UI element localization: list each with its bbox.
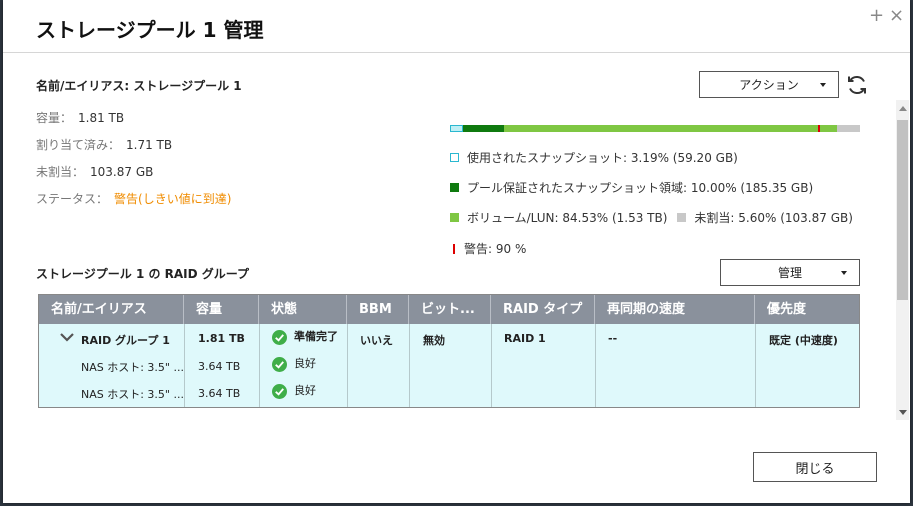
unallocated-row: 未割当： 103.87 GB [36, 163, 153, 180]
capacity-label: 容量： [36, 111, 73, 125]
capacity-row: 容量： 1.81 TB [36, 109, 124, 126]
snapshot-swatch [450, 153, 459, 162]
status-label: ステータス： [36, 192, 109, 206]
raid-group-bbm: いいえ [360, 334, 393, 347]
scroll-down-icon[interactable] [899, 410, 907, 415]
column-divider [491, 324, 492, 407]
scrollbar-thumb[interactable] [897, 120, 908, 300]
disk-status-text: 良好 [294, 384, 316, 397]
check-circle-icon [272, 356, 287, 372]
storage-pool-dialog: ストレージプール 1 管理 + × 名前/エイリアス: ストレージプール 1 容… [3, 0, 910, 503]
legend-snapshot: 使用されたスナップショット: 3.19% (59.20 GB) [450, 149, 738, 166]
disk-capacity: 3.64 TB [198, 387, 241, 400]
disk-status: 良好 [272, 382, 316, 399]
check-circle-icon [272, 383, 287, 399]
guaranteed-swatch [450, 183, 459, 192]
raid-group-name[interactable]: RAID グループ 1 [81, 332, 170, 348]
manage-button[interactable]: 管理 [720, 259, 860, 286]
scroll-up-icon[interactable] [899, 106, 907, 111]
header-bitmap[interactable]: ビット... [409, 295, 491, 324]
legend-snapshot-text: 使用されたスナップショット: 3.19% (59.20 GB) [467, 151, 738, 165]
legend-volume: ボリューム/LUN: 84.53% (1.53 TB) 未割当: 5.60% (… [450, 209, 853, 226]
column-divider [595, 324, 596, 407]
raid-group-status: 準備完了 [272, 328, 338, 345]
chevron-down-icon [841, 270, 847, 275]
legend-volume-text: ボリューム/LUN: 84.53% (1.53 TB) [467, 211, 668, 225]
raid-group-priority: 既定 (中速度) [769, 334, 838, 347]
raid-group-type: RAID 1 [504, 332, 546, 345]
column-divider [409, 324, 410, 407]
header-resync[interactable]: 再同期の速度 [595, 295, 755, 324]
allocated-label: 割り当て済み： [36, 138, 121, 152]
close-icon[interactable]: × [889, 7, 904, 25]
header-status[interactable]: 状態 [259, 295, 347, 324]
legend-warning: 警告: 90 % [450, 240, 526, 257]
usage-bar-volume [504, 125, 838, 132]
legend-warning-text: 警告: 90 % [464, 242, 527, 256]
raid-group-table: 名前/エイリアス 容量 状態 BBM ビット... RAID タイプ 再同期の速… [38, 294, 860, 408]
raid-group-status-text: 準備完了 [294, 330, 338, 343]
disk-status: 良好 [272, 355, 316, 372]
usage-bar [450, 125, 860, 132]
chevron-down-icon[interactable] [60, 333, 74, 342]
allocated-row: 割り当て済み： 1.71 TB [36, 136, 172, 153]
action-button[interactable]: アクション [699, 71, 839, 98]
column-divider [184, 324, 185, 407]
unallocated-label: 未割当： [36, 165, 85, 179]
header-bbm[interactable]: BBM [347, 295, 409, 324]
title-bar: ストレージプール 1 管理 + × [3, 0, 910, 53]
usage-bar-guaranteed [463, 125, 505, 132]
dialog-title: ストレージプール 1 管理 [36, 18, 264, 42]
plus-icon[interactable]: + [869, 7, 884, 25]
raid-section-title: ストレージプール 1 の RAID グループ [36, 267, 250, 281]
close-button-label: 閉じる [795, 461, 835, 477]
legend-guaranteed-text: プール保証されたスナップショット領域: 10.00% (185.35 GB) [467, 181, 814, 195]
raid-group-capacity: 1.81 TB [198, 332, 245, 345]
legend-guaranteed: プール保証されたスナップショット領域: 10.00% (185.35 GB) [450, 179, 813, 196]
capacity-value: 1.81 TB [78, 111, 125, 125]
raid-group-resync: -- [608, 332, 618, 345]
usage-bar-snapshot [450, 125, 464, 132]
header-capacity[interactable]: 容量 [184, 295, 259, 324]
column-divider [347, 324, 348, 407]
volume-swatch [450, 213, 459, 222]
raid-group-bitmap: 無効 [423, 334, 445, 347]
usage-bar-warning-marker [818, 125, 820, 132]
disk-status-text: 良好 [294, 357, 316, 370]
warning-marker [453, 243, 455, 254]
column-divider [259, 324, 260, 407]
refresh-icon[interactable] [845, 73, 869, 97]
action-button-label: アクション [739, 78, 799, 92]
scrollbar[interactable] [896, 100, 909, 420]
header-priority[interactable]: 優先度 [755, 295, 859, 324]
unallocated-value: 103.87 GB [90, 165, 154, 179]
unallocated-swatch [677, 213, 687, 222]
pool-name: 名前/エイリアス: ストレージプール 1 [36, 79, 242, 93]
column-divider [755, 324, 756, 407]
disk-name[interactable]: NAS ホスト: 3.5" ... [81, 386, 184, 402]
check-circle-icon [272, 329, 287, 345]
close-button[interactable]: 閉じる [753, 452, 877, 482]
legend-unallocated-text: 未割当: 5.60% (103.87 GB) [694, 211, 853, 225]
disk-name[interactable]: NAS ホスト: 3.5" ... [81, 359, 184, 375]
status-value: 警告(しきい値に到達) [114, 192, 232, 206]
header-raid-type[interactable]: RAID タイプ [491, 295, 595, 324]
chevron-down-icon [820, 82, 826, 87]
manage-button-label: 管理 [777, 266, 802, 280]
status-row: ステータス： 警告(しきい値に到達) [36, 190, 231, 207]
disk-capacity: 3.64 TB [198, 360, 241, 373]
table-header: 名前/エイリアス 容量 状態 BBM ビット... RAID タイプ 再同期の速… [39, 295, 859, 324]
allocated-value: 1.71 TB [126, 138, 173, 152]
header-name[interactable]: 名前/エイリアス [39, 295, 184, 324]
